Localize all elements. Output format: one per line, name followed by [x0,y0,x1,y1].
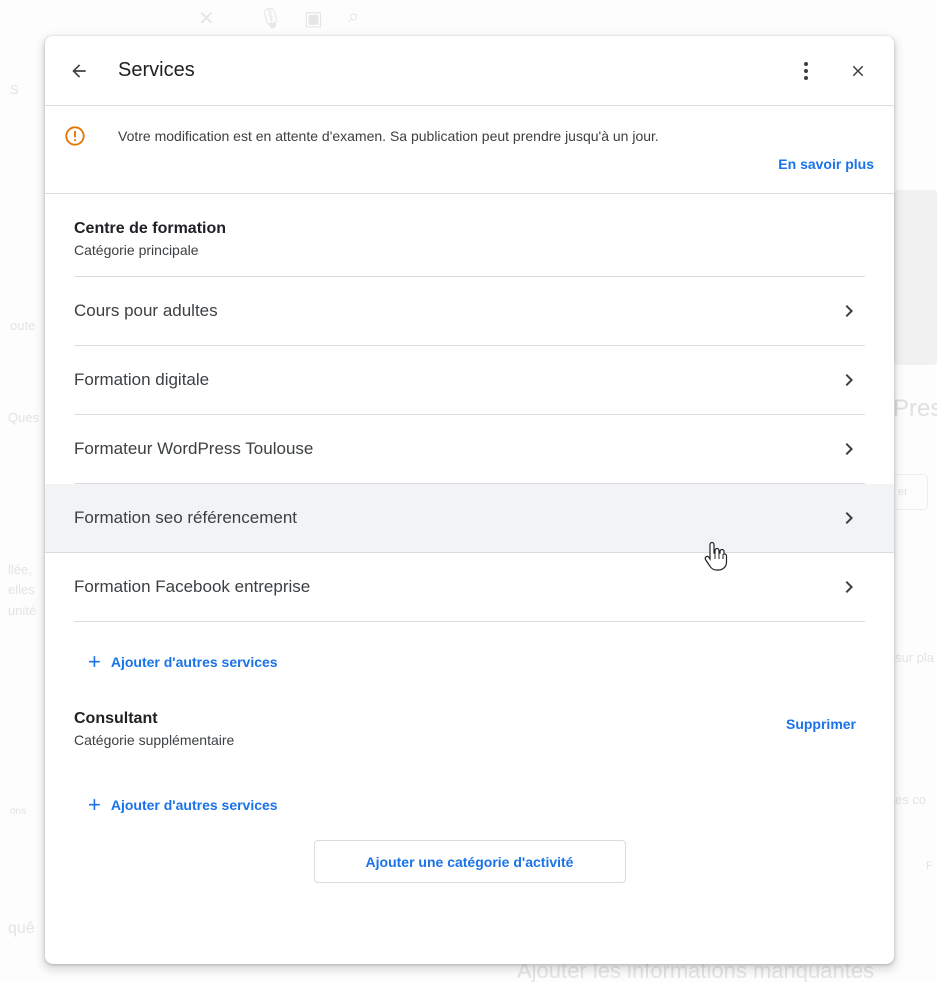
category-name: Consultant [74,710,158,727]
map-thumbnail [894,190,937,365]
category-name: Centre de formation [74,220,227,237]
more-options-button[interactable] [794,59,818,83]
plus-icon: + [88,792,101,817]
bg-label: Pres [893,395,937,422]
close-button[interactable] [846,59,870,83]
mic-icon: 🎙 [258,8,284,30]
chevron-right-icon [837,437,861,461]
bg-label: Ques [8,410,40,425]
bg-label: sur pla [895,650,935,665]
add-services-label: Ajouter d'autres services [110,654,278,670]
add-services-button[interactable]: + Ajouter d'autres services [74,622,865,702]
bg-label: llée, [8,562,32,577]
chevron-right-icon [837,506,861,530]
bg-label: S [10,82,19,97]
bg-label: F [926,860,933,872]
close-icon [852,65,864,76]
search-icon: ⌕ [348,6,360,28]
service-label: Cours pour adultes [74,301,218,320]
category-type: Catégorie supplémentaire [74,732,235,748]
bg-label: quê [8,920,35,937]
dialog-header: Services [45,36,894,106]
chevron-right-icon [837,575,861,599]
chevron-right-icon [837,299,861,323]
delete-category-button[interactable]: Supprimer [786,716,856,732]
services-section: Centre de formation Catégorie principale… [45,194,894,883]
bg-label: elles [8,582,35,597]
close-icon: ✕ [198,8,215,30]
primary-category: Centre de formation Catégorie principale [74,194,865,277]
add-category-button[interactable]: Ajouter une catégorie d'activité [313,840,626,883]
category-type: Catégorie principale [74,242,199,258]
more-vert-icon [804,61,808,80]
add-services-button[interactable]: + Ajouter d'autres services [74,772,865,838]
add-category-container: Ajouter une catégorie d'activité [74,838,865,883]
pending-review-notice: Votre modification est en attente d'exam… [45,106,894,194]
chevron-right-icon [837,368,861,392]
warning-circle-icon [65,126,85,146]
additional-category: Consultant Catégorie supplémentaire Supp… [74,702,865,778]
bg-label: unité [8,603,37,618]
service-row[interactable]: Cours pour adultes [74,277,865,346]
arrow-back-icon [72,63,86,78]
dialog-title: Services [118,59,195,81]
hand-pointer-icon [704,541,728,571]
learn-more-link[interactable]: En savoir plus [778,156,874,172]
service-label: Formation Facebook entreprise [74,577,311,596]
service-row[interactable]: Formation Facebook entreprise [74,553,865,622]
back-button[interactable] [67,59,91,83]
service-row[interactable]: Formateur WordPress Toulouse [74,415,865,484]
service-label: Formation digitale [74,370,210,389]
add-services-label: Ajouter d'autres services [110,797,278,813]
camera-icon: ▣ [304,8,323,30]
service-label: Formateur WordPress Toulouse [74,439,314,458]
bg-label: ons [10,806,27,817]
bg-label: oute [10,318,36,333]
services-dialog: Services Votre modification est en atten… [45,36,894,964]
notice-text: Votre modification est en attente d'exam… [118,128,659,144]
bg-label: er [898,486,908,498]
service-label: Formation seo référencement [74,508,297,527]
service-row-hovered[interactable]: Formation seo référencement [45,484,894,553]
plus-icon: + [88,649,101,674]
bg-label: es co [895,792,927,807]
service-row[interactable]: Formation digitale [74,346,865,415]
